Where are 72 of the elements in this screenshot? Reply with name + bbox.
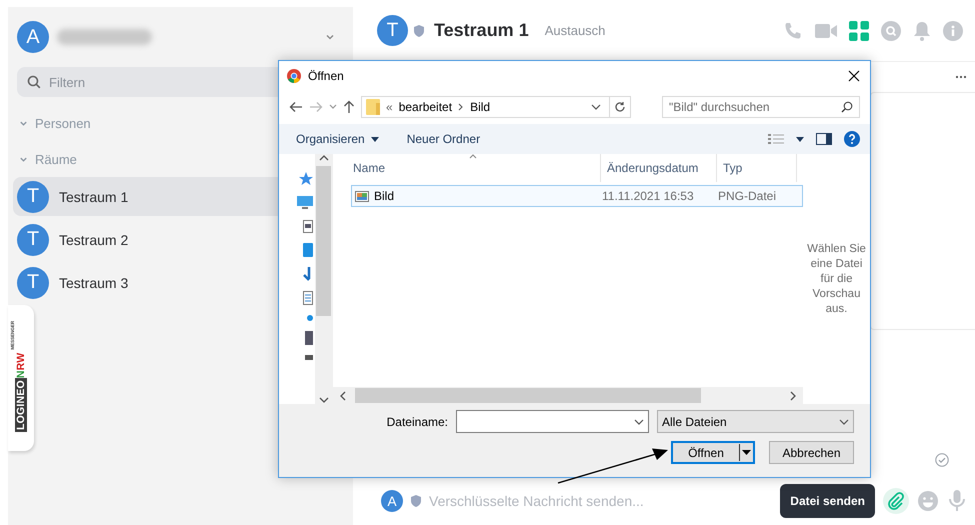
caret-icon: [742, 450, 751, 455]
more-icon[interactable]: [955, 75, 967, 79]
room-item[interactable]: T Testraum 3: [13, 263, 343, 302]
chevron-down-icon: [839, 418, 849, 424]
room-title: Testraum 1: [434, 20, 529, 41]
chevron-down-icon[interactable]: [634, 418, 644, 424]
column-header[interactable]: Name: [333, 154, 601, 182]
user-avatar[interactable]: A: [17, 21, 49, 53]
back-arrow-icon[interactable]: [289, 101, 303, 113]
shield-icon: [414, 24, 424, 36]
image-file-icon: [355, 190, 369, 202]
room-avatar: T: [17, 266, 49, 298]
column-header[interactable]: Typ: [717, 154, 797, 182]
file-type: PNG-Datei: [718, 189, 778, 203]
search-icon: [27, 75, 41, 89]
search-field[interactable]: "Bild" durchsuchen: [662, 96, 860, 118]
up-arrow-icon[interactable]: [343, 100, 355, 114]
chevron-down-icon[interactable]: [325, 32, 335, 42]
dialog-title: Öffnen: [308, 68, 344, 82]
chevron-icon: [19, 118, 28, 128]
caret-icon[interactable]: [796, 136, 804, 142]
user-avatar: A: [381, 490, 403, 512]
preview-hint: Wählen Sie eine Datei für die Vorschau aus.: [806, 242, 867, 316]
caret-icon: [370, 136, 379, 142]
help-icon[interactable]: [844, 131, 860, 147]
scroll-down-icon[interactable]: [318, 396, 329, 404]
text-file-icon[interactable]: [303, 291, 314, 305]
file-name: Bild: [374, 189, 394, 203]
open-button[interactable]: Öffnen: [671, 441, 755, 464]
attach-button[interactable]: [883, 488, 909, 514]
filename-field[interactable]: [456, 410, 649, 433]
search-icon: [841, 101, 853, 113]
shield-icon: [411, 495, 421, 507]
folder-icon: [366, 99, 380, 115]
scrollbar-thumb[interactable]: [316, 166, 332, 316]
room-item[interactable]: T Testraum 2: [13, 220, 343, 259]
chevron-icon: [19, 154, 28, 164]
toolbar-button[interactable]: Neuer Ordner: [406, 132, 480, 146]
cancel-button[interactable]: Abbrechen: [769, 441, 854, 464]
document-icon[interactable]: [303, 220, 314, 233]
room-avatar: T: [17, 180, 49, 212]
filename-label: Dateiname:: [386, 414, 448, 428]
tablet-icon[interactable]: [303, 243, 314, 257]
view-list-icon[interactable]: [768, 133, 784, 145]
file-type-select[interactable]: Alle Dateien: [657, 410, 854, 433]
chevron-down-icon[interactable]: [591, 104, 601, 110]
close-icon[interactable]: [848, 70, 860, 82]
room-topic: Austausch: [544, 23, 606, 38]
download-icon[interactable]: [303, 267, 314, 281]
room-avatar: T: [377, 15, 408, 46]
tooltip: Datei senden: [780, 484, 875, 518]
column-header[interactable]: Änderungsdatum: [601, 154, 717, 182]
chevron-right-icon: [458, 103, 464, 111]
preview-pane-icon[interactable]: [816, 133, 832, 145]
grid-icon[interactable]: [849, 20, 869, 40]
scroll-left-icon[interactable]: [339, 390, 347, 400]
check-icon: [935, 453, 949, 467]
address-bar[interactable]: « bearbeitet Bild: [361, 96, 631, 118]
monitor-icon[interactable]: [297, 196, 314, 210]
breadcrumb-item[interactable]: bearbeitet: [398, 100, 452, 114]
room-avatar: T: [17, 224, 49, 256]
scroll-right-icon[interactable]: [789, 390, 797, 400]
file-date: 11.11.2021 16:53: [602, 189, 695, 203]
breadcrumb-item[interactable]: Bild: [470, 100, 490, 114]
browser-logo-icon: [287, 68, 301, 82]
scrollbar-thumb[interactable]: [355, 388, 701, 403]
refresh-icon[interactable]: [614, 101, 626, 113]
star-icon[interactable]: [299, 172, 314, 186]
scroll-up-icon[interactable]: [318, 154, 329, 162]
file-row[interactable]: Bild 11.11.2021 16:53 PNG-Datei: [351, 185, 803, 207]
paperclip-icon: [887, 492, 905, 510]
toolbar-button[interactable]: Organisieren: [296, 132, 379, 146]
